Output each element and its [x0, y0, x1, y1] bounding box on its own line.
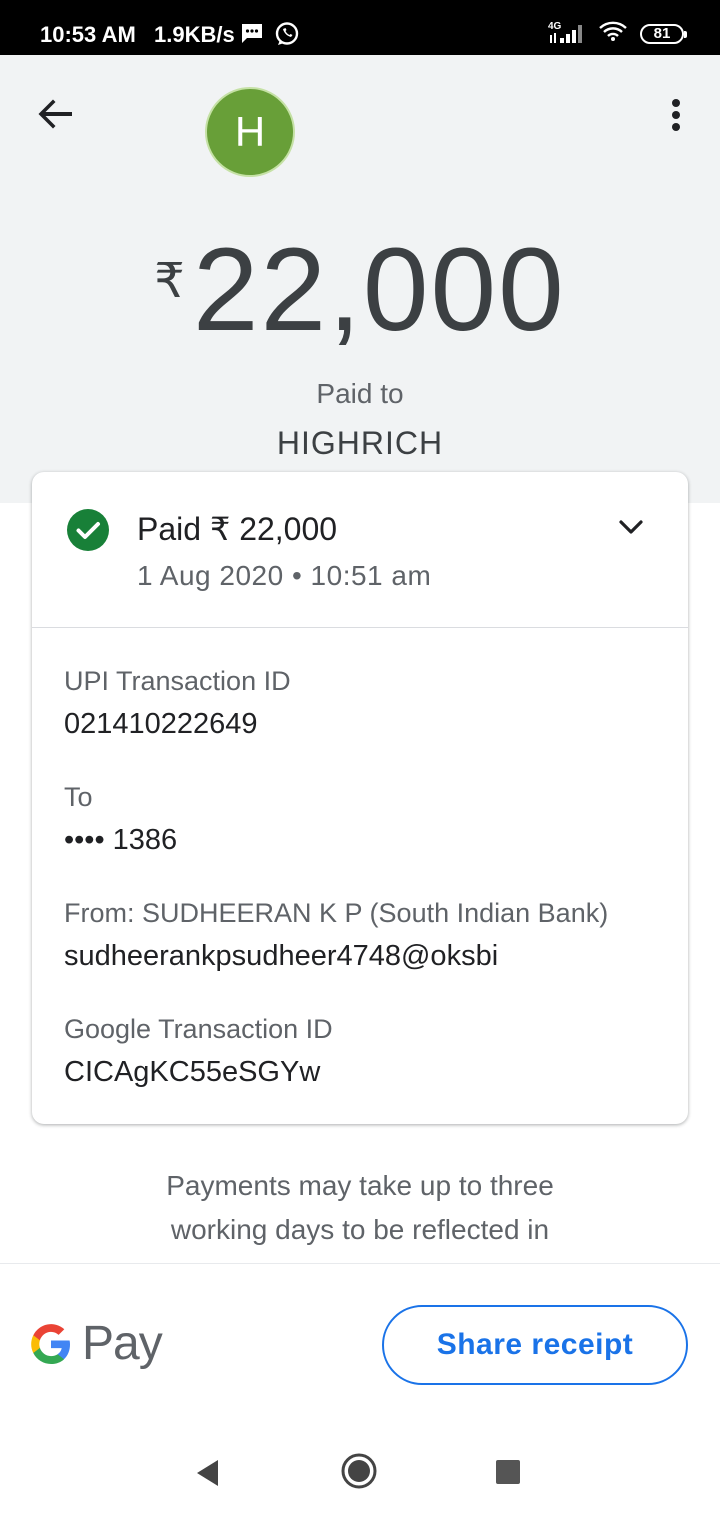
- status-title: Paid ₹ 22,000: [137, 511, 338, 547]
- transaction-date: 1 Aug 2020 • 10:51 am: [137, 560, 432, 591]
- status-bar: 10:53 AM 1.9KB/s 4G 81: [0, 0, 720, 55]
- from-label: From: SUDHEERAN K P (South Indian Bank): [64, 898, 609, 928]
- payment-note-line-1: Payments may take up to three: [166, 1170, 554, 1201]
- wifi-icon: [598, 20, 628, 47]
- payment-header: H ₹22,000 Paid to HIGHRICH: [0, 55, 720, 503]
- gpay-logo: Pay: [30, 1316, 163, 1371]
- signal-icon: 4G: [546, 21, 586, 47]
- network-speed: 1.9KB/s: [154, 22, 235, 47]
- currency-symbol: ₹: [154, 255, 185, 308]
- transaction-status-row[interactable]: Paid ₹ 22,000 1 Aug 2020 • 10:51 am: [32, 472, 688, 628]
- battery-icon: 81: [640, 23, 687, 44]
- check-circle-icon: [67, 509, 109, 551]
- whatsapp-icon: [274, 21, 300, 52]
- to-label: To: [64, 782, 93, 812]
- google-g-icon: [31, 1323, 70, 1364]
- nav-back-icon[interactable]: [194, 1458, 222, 1488]
- system-nav-bar: [0, 1424, 720, 1520]
- battery-level: 81: [653, 25, 671, 42]
- google-transaction-id-label: Google Transaction ID: [64, 1014, 333, 1044]
- more-options-button[interactable]: [660, 93, 692, 137]
- nav-home-icon[interactable]: [340, 1452, 378, 1490]
- message-icon: [240, 22, 264, 49]
- transaction-card: Paid ₹ 22,000 1 Aug 2020 • 10:51 am UPI …: [32, 472, 688, 1124]
- back-button[interactable]: [34, 93, 78, 137]
- payment-note-line-2: working days to be reflected in: [170, 1214, 550, 1245]
- paid-to-label: Paid to: [316, 378, 404, 409]
- upi-transaction-id-value: 021410222649: [64, 708, 258, 740]
- back-arrow-icon: [38, 99, 72, 129]
- avatar-initial: H: [234, 108, 266, 155]
- payee-name: HIGHRICH: [276, 425, 444, 461]
- status-time: 10:53 AM: [40, 22, 136, 47]
- avatar: H: [205, 87, 295, 177]
- upi-transaction-id-label: UPI Transaction ID: [64, 666, 291, 696]
- payment-note: Payments may take up to three working da…: [110, 1164, 610, 1262]
- share-receipt-button[interactable]: Share receipt: [382, 1305, 688, 1385]
- more-vert-icon: [672, 99, 680, 131]
- google-transaction-id-value: CICAgKC55eSGYw: [64, 1056, 321, 1088]
- to-account-value: •••• 1386: [64, 824, 178, 856]
- bottom-action-bar: Pay Share receipt: [0, 1263, 720, 1425]
- gpay-brand-text: Pay: [82, 1317, 163, 1370]
- amount-value: 22,000: [192, 224, 566, 356]
- nav-recents-icon[interactable]: [496, 1460, 520, 1484]
- payment-amount: ₹22,000: [0, 225, 720, 355]
- chevron-down-icon[interactable]: [616, 512, 646, 542]
- from-upi-id-value: sudheerankpsudheer4748@oksbi: [64, 940, 499, 972]
